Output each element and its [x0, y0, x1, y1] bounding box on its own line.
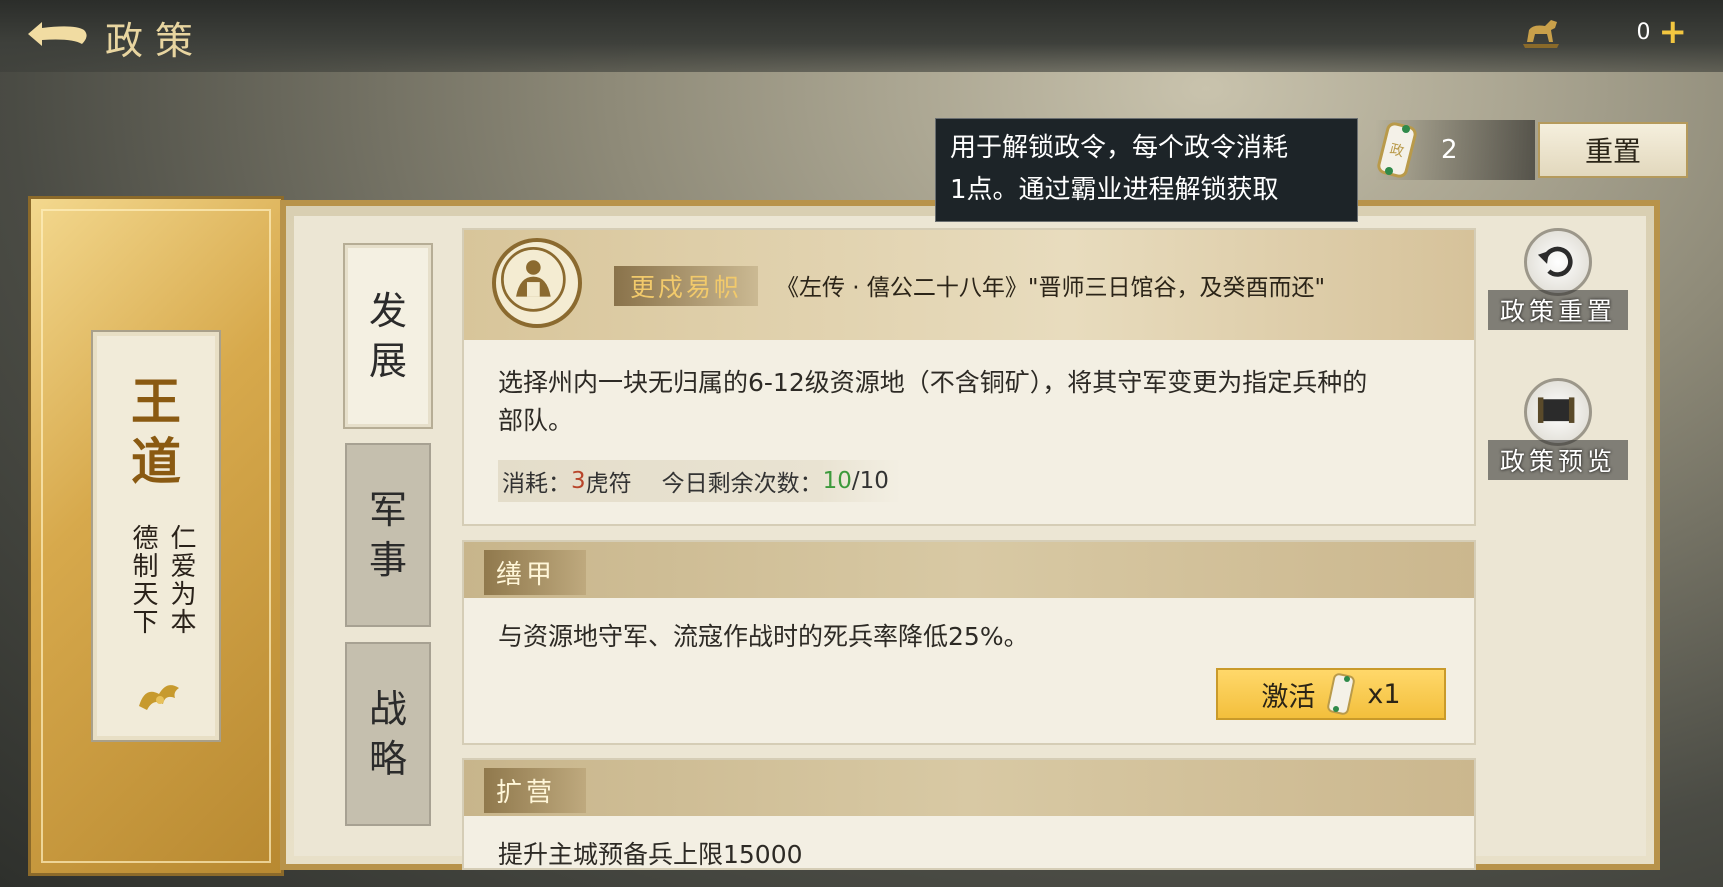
undo-circle-icon: [1524, 228, 1592, 296]
policy-description-line-2: 部队。: [498, 406, 574, 435]
motto-line-2: 德制天下: [128, 524, 158, 636]
policy-description-line-1: 选择州内一块无归属的6-12级资源地（不含铜矿），将其守军变更为指定兵种的: [498, 368, 1368, 397]
page-title: 政策: [105, 19, 206, 63]
doctrine-title-char-1: 王: [131, 372, 181, 431]
top-bar: 政策 0 +: [0, 0, 1723, 72]
tab-label-char: 展: [368, 339, 407, 383]
tab-label-char: 略: [368, 737, 407, 781]
policy-card-header: [464, 760, 1474, 816]
doctrine-card: 王 道 仁爱为本 德制天下: [28, 196, 284, 876]
policy-card-header: [464, 542, 1474, 598]
tooltip-line-2: 1点。通过霸业进程解锁获取: [950, 175, 1279, 205]
doctrine-plaque: 王 道 仁爱为本 德制天下: [91, 330, 221, 742]
tab-label-char: 战: [368, 687, 407, 731]
policy-token-icon: [1327, 673, 1356, 715]
tab-military[interactable]: 军 事: [345, 443, 431, 627]
token-tooltip: 用于解锁政令，每个政令消耗 1点。通过霸业进程解锁获取: [935, 118, 1358, 222]
policy-cost-bar: 消耗： 3 虎符 今日剩余次数： 10 /10: [498, 460, 901, 502]
undo-arrow-icon: [1537, 246, 1573, 277]
tab-development[interactable]: 发 展: [343, 243, 433, 429]
policy-description: 选择州内一块无归属的6-12级资源地（不含铜矿），将其守军变更为指定兵种的 部队…: [498, 364, 1367, 440]
add-currency-button[interactable]: +: [1659, 15, 1688, 49]
currency-display: 0 +: [1519, 14, 1688, 50]
policy-name: 缮甲: [484, 550, 587, 595]
doctrine-title-char-2: 道: [131, 432, 181, 491]
scroll-icon: [1537, 397, 1575, 423]
cost-label: 消耗：: [502, 471, 571, 497]
policy-preview-action[interactable]: 政策预览: [1488, 378, 1628, 480]
policy-card-expand-camp[interactable]: 扩营 提升主城预备兵上限15000: [462, 758, 1476, 870]
bronze-horse-icon: [1522, 20, 1559, 48]
tab-label-char: 军: [368, 488, 407, 532]
motto-line-1: 仁爱为本: [166, 524, 196, 636]
tab-strategy[interactable]: 战 略: [345, 642, 431, 826]
remain-value: 10: [822, 468, 852, 494]
policy-name: 更戍易帜: [614, 266, 759, 306]
soldier-emblem-icon: [501, 247, 566, 312]
tab-label-char: 事: [368, 538, 407, 582]
remain-total: /10: [851, 468, 889, 494]
reset-button[interactable]: 重置: [1538, 122, 1688, 178]
scroll-circle-icon: [1524, 378, 1592, 446]
policy-name: 扩营: [484, 768, 587, 813]
policy-token-counter[interactable]: 政 2: [1375, 120, 1535, 180]
policy-quote: 《左传 · 僖公二十八年》"晋师三日馆谷，及癸酉而还": [776, 275, 1326, 301]
policy-preview-label: 政策预览: [1488, 440, 1628, 480]
dragon-emblem-icon: [139, 685, 179, 710]
activate-button[interactable]: 激活 x1: [1216, 668, 1446, 720]
tab-label-char: 发: [368, 289, 407, 333]
policy-emblem-icon: [492, 238, 582, 328]
policy-reset-label: 政策重置: [1488, 290, 1628, 330]
policy-card-repair-armor[interactable]: 缮甲 与资源地守军、流寇作战时的死兵率降低25%。 激活 x1: [462, 540, 1476, 745]
currency-value: 0: [1636, 19, 1651, 45]
tooltip-line-1: 用于解锁政令，每个政令消耗: [950, 133, 1289, 163]
activate-label: 激活: [1261, 681, 1316, 713]
activate-count: x1: [1367, 678, 1401, 710]
remain-label: 今日剩余次数：: [661, 471, 823, 497]
cost-value: 3: [571, 468, 586, 494]
policy-description: 提升主城预备兵上限15000: [498, 840, 803, 869]
policy-description: 与资源地守军、流寇作战时的死兵率降低25%。: [498, 622, 1029, 651]
policy-reset-action[interactable]: 政策重置: [1488, 228, 1628, 330]
policy-card-change-garrison[interactable]: 更戍易帜 《左传 · 僖公二十八年》"晋师三日馆谷，及癸酉而还" 选择州内一块无…: [462, 228, 1476, 526]
cost-unit: 虎符: [585, 471, 632, 497]
policy-token-icon: 政: [1377, 122, 1417, 178]
back-arrow-icon[interactable]: [22, 14, 92, 54]
policy-token-count: 2: [1441, 135, 1458, 165]
